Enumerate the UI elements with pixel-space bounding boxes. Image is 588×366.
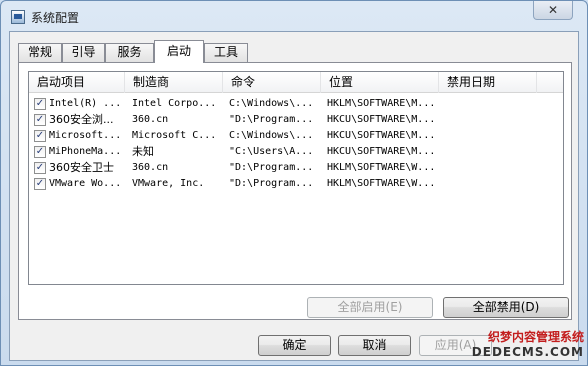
list-item[interactable]: ✓ 360安全浏... 360.cn "D:\Program... HKCU\S…: [29, 112, 563, 128]
watermark-logo: 织梦内容管理系统 DEDECMS.COM: [470, 330, 588, 366]
item-name: VMware Wo...: [49, 178, 122, 189]
tab-boot[interactable]: 引导: [62, 43, 105, 62]
column-header-disabled-date[interactable]: 禁用日期: [439, 72, 537, 93]
window-title: 系统配置: [31, 11, 80, 25]
column-header-location[interactable]: 位置: [321, 72, 439, 93]
tab-tools[interactable]: 工具: [204, 43, 248, 62]
tab-startup[interactable]: 启动: [154, 40, 204, 63]
watermark-line-2: DEDECMS.COM: [471, 345, 584, 359]
item-name: MiPhoneMa...: [49, 146, 122, 157]
item-manufacturer: Intel Corpo...: [132, 98, 217, 109]
enable-all-button[interactable]: 全部启用(E): [307, 297, 433, 318]
item-manufacturer: 未知: [132, 145, 154, 158]
tab-general[interactable]: 常规: [18, 43, 62, 62]
enabled-checkbox[interactable]: ✓: [34, 130, 46, 142]
disable-all-button[interactable]: 全部禁用(D): [443, 297, 569, 318]
item-manufacturer: 360.cn: [132, 114, 169, 125]
item-location: HKCU\SOFTWARE\M...: [327, 130, 436, 141]
list-item[interactable]: ✓ VMware Wo... VMware, Inc. "D:\Program.…: [29, 176, 563, 192]
item-location: HKLM\SOFTWARE\W...: [327, 162, 436, 173]
enabled-checkbox[interactable]: ✓: [34, 114, 46, 126]
system-config-window: 系统配置 ✕ 常规 引导 服务 启动 工具 启动项目 制造商 命令 位置 禁用日…: [0, 0, 588, 366]
list-header: 启动项目 制造商 命令 位置 禁用日期: [29, 72, 563, 93]
title-bar[interactable]: 系统配置 ✕: [1, 1, 587, 31]
column-header-command[interactable]: 命令: [223, 72, 321, 93]
item-name: Intel(R) ...: [49, 98, 122, 109]
item-location: HKLM\SOFTWARE\M...: [327, 98, 436, 109]
startup-tab-panel: 启动项目 制造商 命令 位置 禁用日期 ✓ Intel(R) ... Intel…: [18, 62, 572, 320]
item-name: 360安全卫士: [49, 161, 114, 174]
item-command: C:\Windows\...: [229, 130, 314, 141]
item-manufacturer: Microsoft C...: [132, 130, 217, 141]
item-location: HKLM\SOFTWARE\W...: [327, 178, 436, 189]
enabled-checkbox[interactable]: ✓: [34, 162, 46, 174]
ok-button[interactable]: 确定: [258, 335, 331, 356]
item-location: HKCU\SOFTWARE\M...: [327, 114, 436, 125]
item-command: "D:\Program...: [229, 178, 314, 189]
list-item[interactable]: ✓ MiPhoneMa... 未知 "C:\Users\A... HKCU\SO…: [29, 144, 563, 160]
cancel-button[interactable]: 取消: [338, 335, 411, 356]
list-item[interactable]: ✓ 360安全卫士 360.cn "D:\Program... HKLM\SOF…: [29, 160, 563, 176]
watermark-line-1: 织梦内容管理系统: [487, 330, 584, 344]
enabled-checkbox[interactable]: ✓: [34, 146, 46, 158]
msconfig-icon: [11, 10, 25, 24]
close-button[interactable]: ✕: [533, 1, 573, 20]
list-item[interactable]: ✓ Intel(R) ... Intel Corpo... C:\Windows…: [29, 96, 563, 112]
dialog-body: 常规 引导 服务 启动 工具 启动项目 制造商 命令 位置 禁用日期 ✓ Int…: [9, 31, 579, 361]
item-command: "D:\Program...: [229, 114, 314, 125]
item-command: "C:\Users\A...: [229, 146, 314, 157]
column-header-manufacturer[interactable]: 制造商: [125, 72, 223, 93]
item-manufacturer: VMware, Inc.: [132, 178, 205, 189]
enabled-checkbox[interactable]: ✓: [34, 178, 46, 190]
item-name: 360安全浏...: [49, 113, 114, 126]
tab-services[interactable]: 服务: [105, 43, 154, 62]
item-manufacturer: 360.cn: [132, 162, 169, 173]
item-location: HKCU\SOFTWARE\M...: [327, 146, 436, 157]
startup-items-list[interactable]: 启动项目 制造商 命令 位置 禁用日期 ✓ Intel(R) ... Intel…: [28, 71, 564, 285]
item-name: Microsoft...: [49, 130, 122, 141]
column-header-item[interactable]: 启动项目: [29, 72, 125, 93]
item-command: "D:\Program...: [229, 162, 314, 173]
enabled-checkbox[interactable]: ✓: [34, 98, 46, 110]
list-item[interactable]: ✓ Microsoft... Microsoft C... C:\Windows…: [29, 128, 563, 144]
item-command: C:\Windows\...: [229, 98, 314, 109]
